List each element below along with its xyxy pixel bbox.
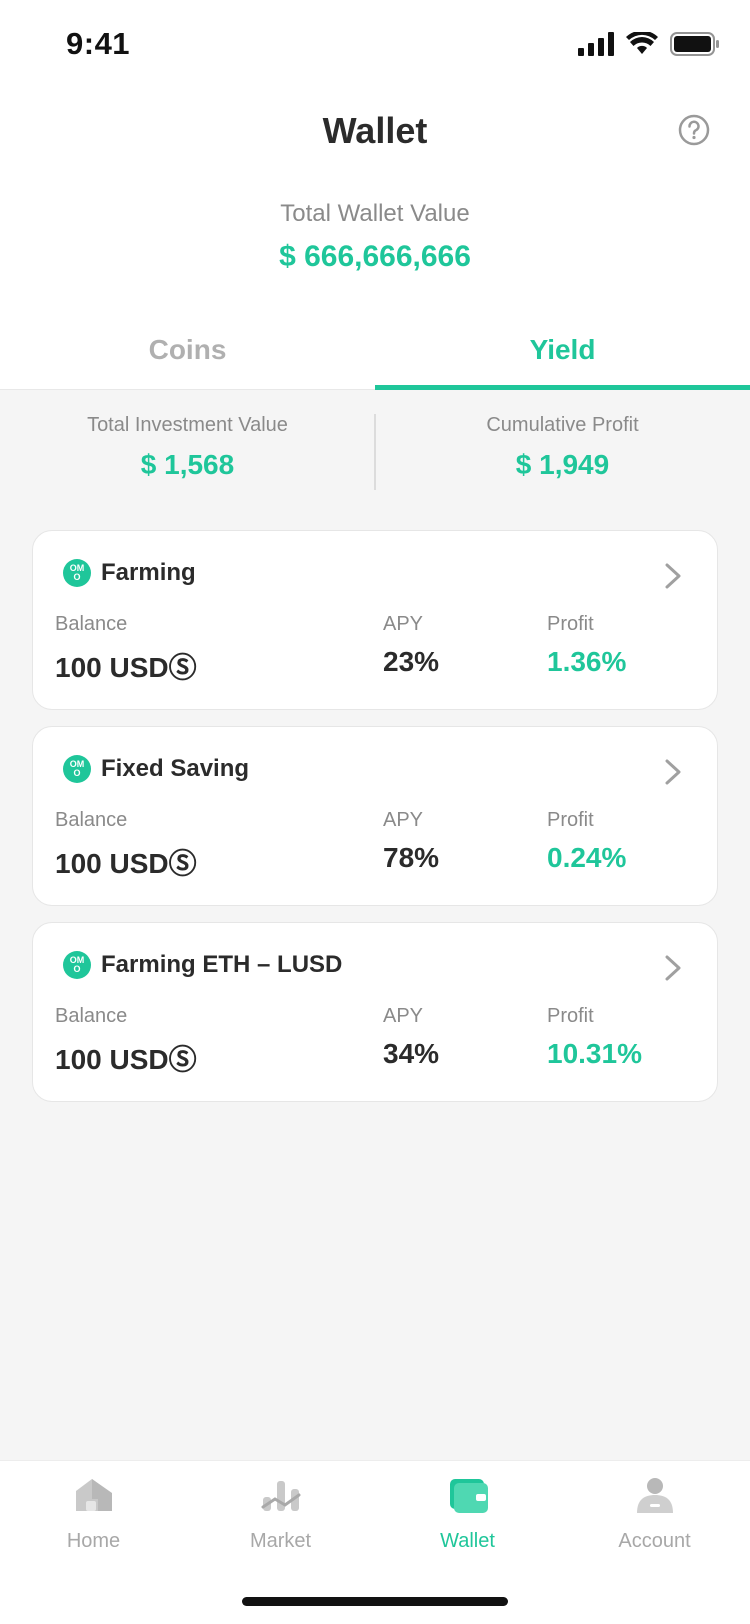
- profit-label: Cumulative Profit: [486, 414, 639, 436]
- balance-label: Balance: [55, 809, 128, 831]
- profit-value: $ 1,949: [515, 449, 610, 480]
- total-wallet: Total Wallet Value $ 666,666,666: [0, 200, 750, 274]
- total-wallet-value: $ 666,666,666: [279, 240, 471, 273]
- summary: Total Investment Value $ 1,568 Cumulativ…: [0, 414, 750, 500]
- investment-label: Total Investment Value: [87, 414, 288, 436]
- apy-label: APY: [383, 1005, 424, 1027]
- nav-item-wallet[interactable]: Wallet: [374, 1475, 561, 1553]
- profit-col: Profit 1.36%: [547, 613, 626, 678]
- balance-value: 100 USDⓈ: [55, 848, 197, 879]
- apy-col: APY 23%: [383, 613, 439, 678]
- balance-col: Balance 100 USDⓈ: [55, 809, 197, 882]
- nav-label-wallet: Wallet: [440, 1530, 495, 1552]
- profit-value: 1.36%: [547, 646, 627, 677]
- yield-content: Total Investment Value $ 1,568 Cumulativ…: [0, 390, 750, 1460]
- apy-label: APY: [383, 809, 424, 831]
- home-indicator: [242, 1597, 508, 1606]
- card-title: Farming: [101, 559, 196, 586]
- apy-label: APY: [383, 613, 424, 635]
- balance-col: Balance 100 USDⓈ: [55, 1005, 197, 1078]
- wallet-icon: [449, 1479, 488, 1513]
- card-head: OM O Farming ETH – LUSD: [63, 951, 342, 979]
- status-bar: 9:41: [0, 0, 750, 90]
- apy-value: 34%: [383, 1038, 440, 1069]
- profit-summary: Cumulative Profit $ 1,949: [375, 414, 750, 500]
- card-title: Farming ETH – LUSD: [101, 951, 343, 978]
- nav-item-market[interactable]: Market: [187, 1475, 374, 1553]
- tab-yield[interactable]: Yield: [375, 318, 750, 390]
- card-head: OM O Fixed Saving: [63, 755, 249, 783]
- nav-label-market: Market: [249, 1530, 312, 1552]
- coin-logo-text: O: [73, 768, 81, 778]
- profit-label: Profit: [547, 1005, 594, 1027]
- balance-value: 100 USDⓈ: [55, 1044, 197, 1075]
- profit-value: 0.24%: [547, 842, 627, 873]
- header: Wallet: [0, 100, 750, 160]
- profit-col: Profit 0.24%: [547, 809, 626, 874]
- profit-label: Profit: [547, 809, 594, 831]
- help-circle-icon: [678, 114, 710, 146]
- tabs: Coins Yield: [0, 318, 750, 390]
- status-time: 9:41: [66, 26, 131, 61]
- yield-card-fixed-saving[interactable]: OM O Fixed Saving Balance 100 USDⓈ APY 78…: [32, 726, 718, 906]
- total-wallet-label: Total Wallet Value: [280, 200, 470, 227]
- chevron-right-icon[interactable]: [663, 759, 683, 785]
- chevron-right-icon[interactable]: [663, 563, 683, 589]
- yield-cards: OM O Farming Balance 100 USDⓈ APY 23% Pro…: [32, 530, 718, 1118]
- profit-value: 10.31%: [547, 1038, 642, 1069]
- tab-coins[interactable]: Coins: [0, 318, 375, 389]
- coin-logo-icon: OM O: [63, 755, 91, 783]
- card-title: Fixed Saving: [101, 755, 250, 782]
- apy-value: 78%: [383, 842, 440, 873]
- card-head: OM O Farming: [63, 559, 196, 587]
- chevron-right-icon[interactable]: [663, 955, 683, 981]
- nav-item-account[interactable]: Account: [561, 1475, 748, 1553]
- yield-card-farming[interactable]: OM O Farming Balance 100 USDⓈ APY 23% Pro…: [32, 530, 718, 710]
- balance-value: 100 USDⓈ: [55, 652, 197, 683]
- summary-divider: [374, 414, 376, 490]
- coin-logo-icon: OM O: [63, 951, 91, 979]
- bottom-nav: Home Market Wallet Account: [0, 1460, 750, 1624]
- coin-logo-icon: OM O: [63, 559, 91, 587]
- balance-col: Balance 100 USDⓈ: [55, 613, 197, 686]
- investment-summary: Total Investment Value $ 1,568: [0, 414, 375, 500]
- status-icons: [578, 32, 720, 56]
- market-icon: [261, 1481, 300, 1511]
- battery-icon: [670, 32, 719, 56]
- cellular-signal-icon: [578, 32, 614, 56]
- balance-label: Balance: [55, 613, 128, 635]
- profit-col: Profit 10.31%: [547, 1005, 642, 1070]
- yield-card-farming-eth-lusd[interactable]: OM O Farming ETH – LUSD Balance 100 USDⓈ …: [32, 922, 718, 1102]
- account-icon: [636, 1478, 673, 1513]
- apy-col: APY 34%: [383, 1005, 439, 1070]
- balance-label: Balance: [55, 1005, 128, 1027]
- nav-item-home[interactable]: Home: [0, 1475, 187, 1553]
- page-title: Wallet: [322, 110, 428, 151]
- coin-logo-text: O: [73, 964, 81, 974]
- investment-value: $ 1,568: [140, 449, 235, 480]
- apy-value: 23%: [383, 646, 440, 677]
- profit-label: Profit: [547, 613, 594, 635]
- nav-label-account: Account: [618, 1530, 691, 1552]
- home-icon: [75, 1479, 112, 1511]
- help-button[interactable]: [678, 114, 710, 146]
- nav-label-home: Home: [66, 1530, 121, 1552]
- wifi-icon: [626, 32, 658, 54]
- coin-logo-text: O: [73, 572, 81, 582]
- apy-col: APY 78%: [383, 809, 439, 874]
